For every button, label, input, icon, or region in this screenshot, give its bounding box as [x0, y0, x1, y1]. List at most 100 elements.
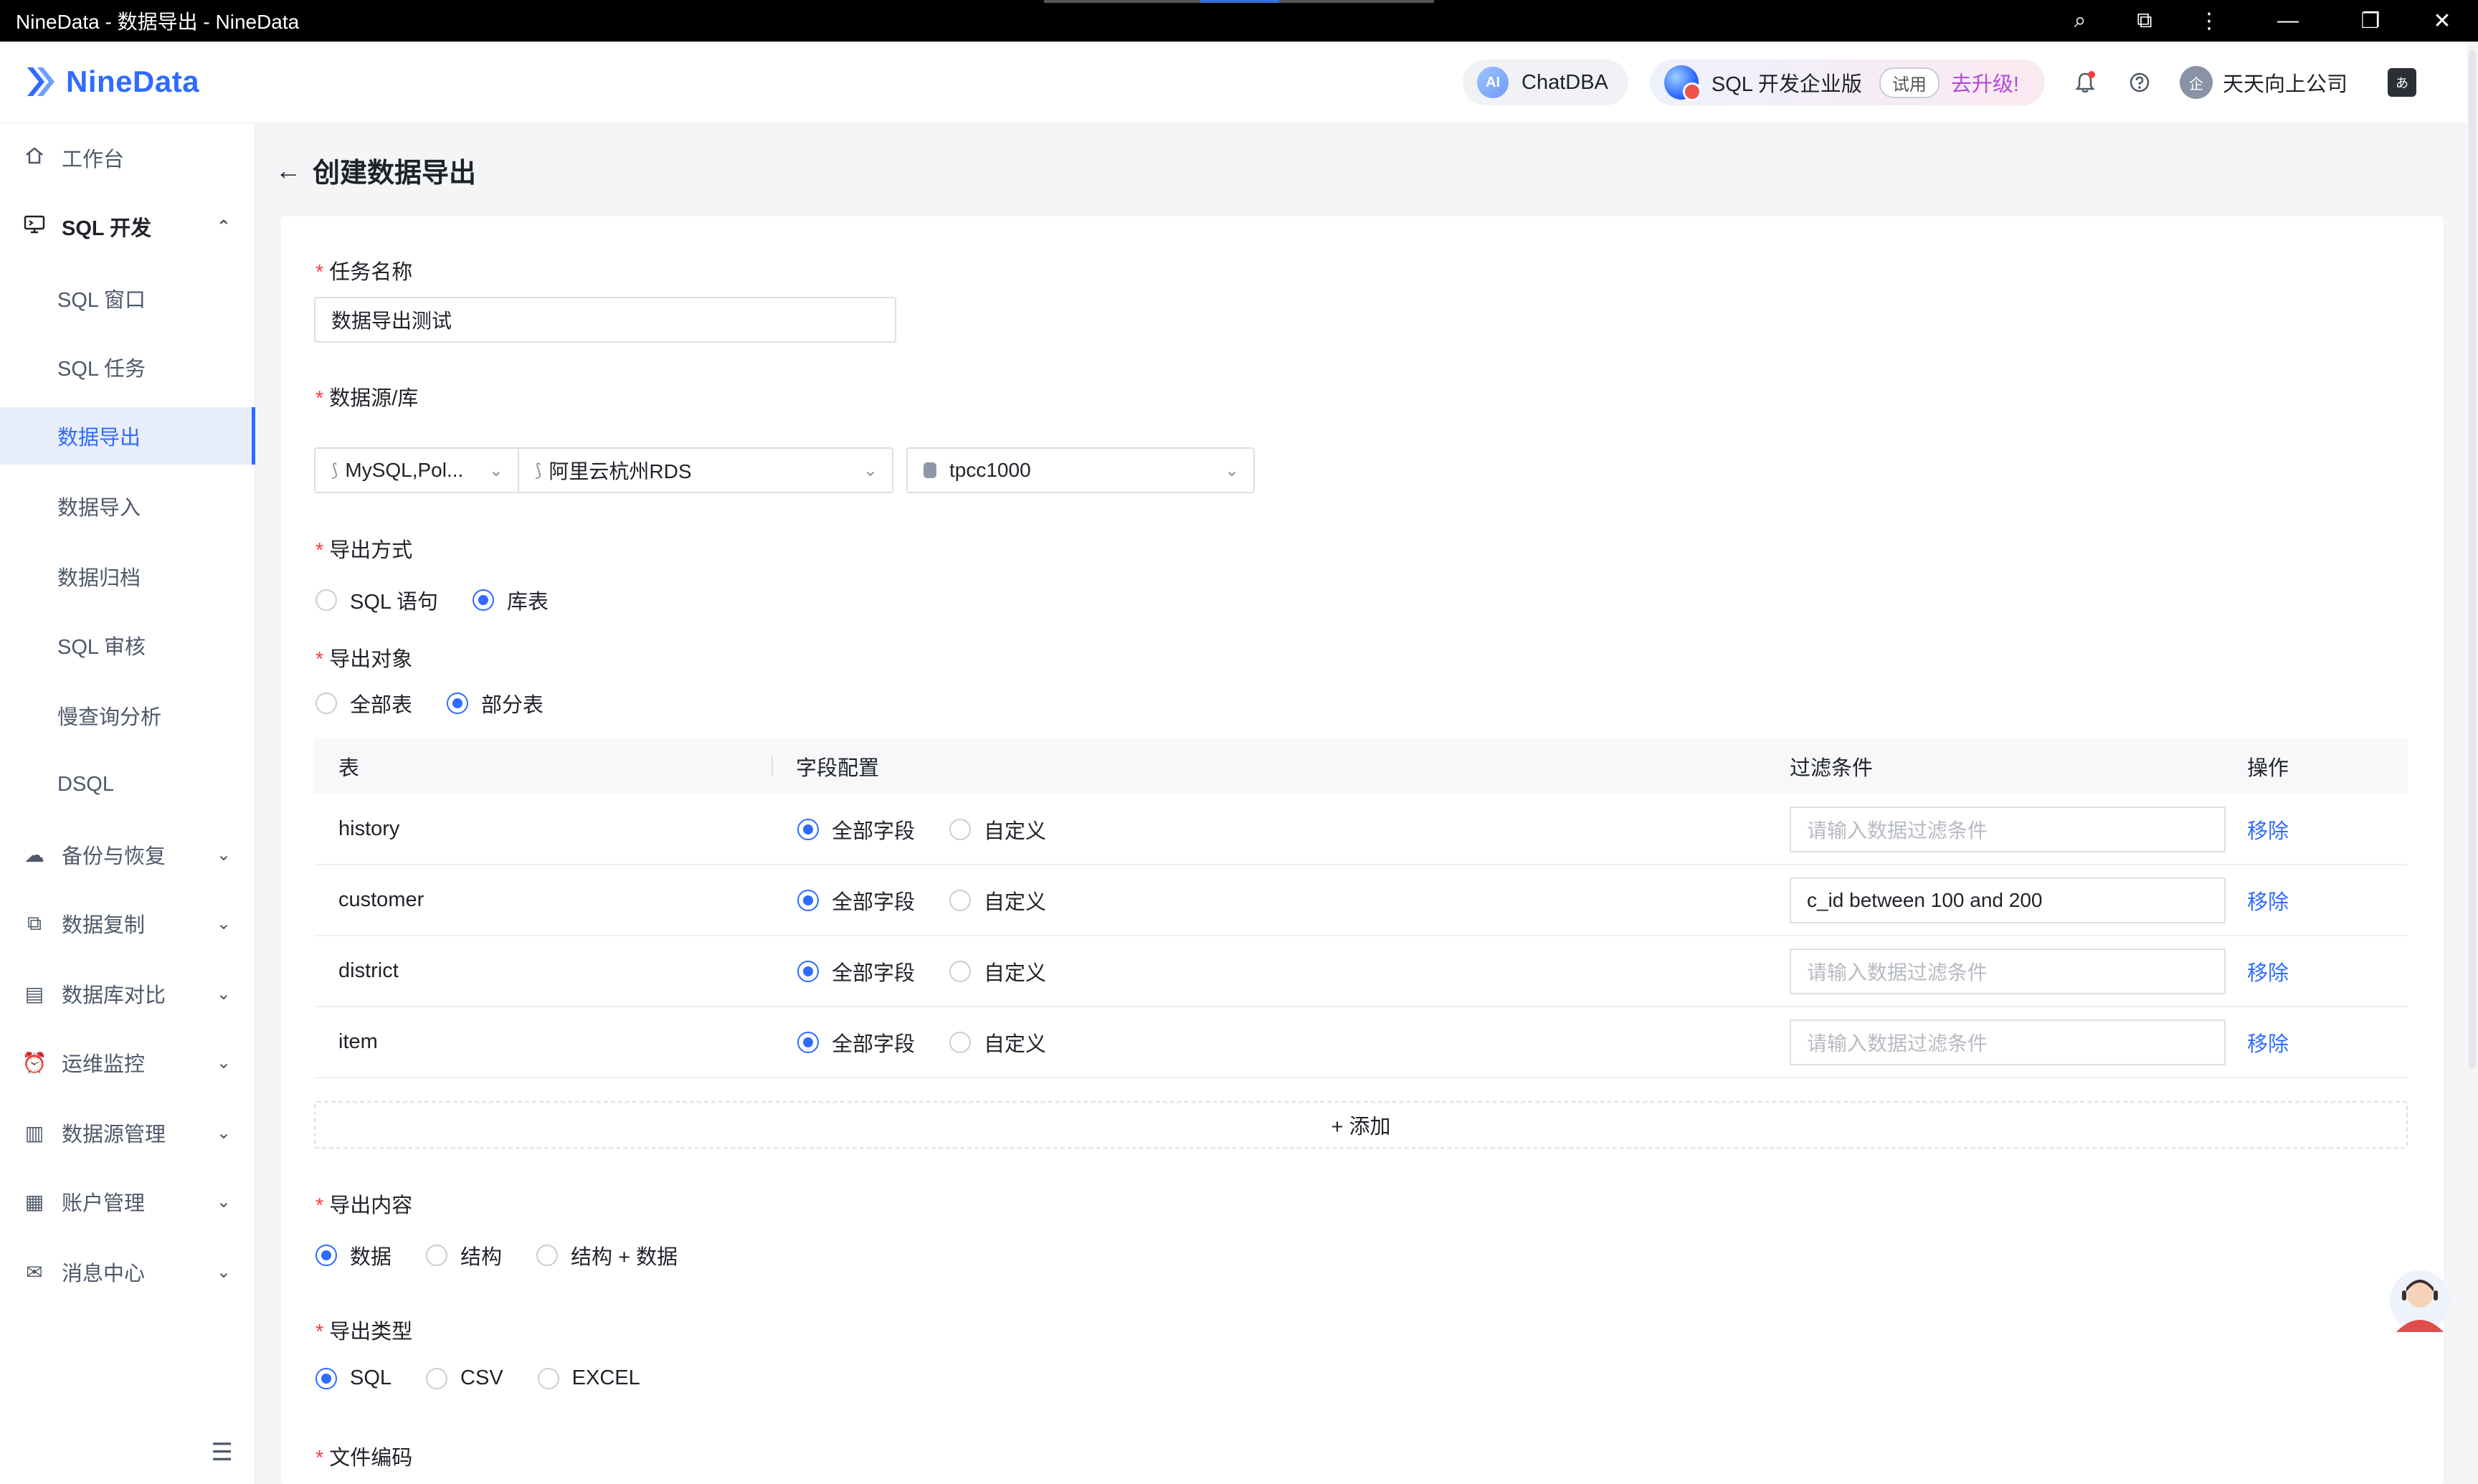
chatdba-button[interactable]: AI ChatDBA	[1463, 60, 1628, 105]
remove-link[interactable]: 移除	[2247, 885, 2289, 915]
sidebar-item-slow-query[interactable]: 慢查询分析	[0, 687, 255, 744]
filter-input[interactable]: 请输入数据过滤条件	[1790, 948, 2226, 994]
sidebar-item-dsql[interactable]: DSQL	[0, 756, 255, 813]
sidebar-item-sql-task[interactable]: SQL 任务	[0, 338, 255, 396]
radio-all-fields[interactable]: 全部字段	[797, 1027, 915, 1057]
table-header: 表 字段配置 过滤条件 操作	[314, 738, 2408, 794]
sidebar-item-data-export[interactable]: 数据导出	[0, 407, 255, 465]
minimize-button[interactable]: —	[2241, 0, 2335, 42]
datasource-instance-select[interactable]: ⟆ 阿里云杭州RDS ⌄	[518, 447, 893, 493]
task-name-input[interactable]: 数据导出测试	[314, 297, 896, 343]
filter-input[interactable]: c_id between 100 and 200	[1790, 877, 2226, 923]
database-select[interactable]: tpcc1000 ⌄	[906, 447, 1255, 493]
table-name: item	[338, 1030, 378, 1053]
radio-table[interactable]: 库表	[473, 585, 549, 615]
filter-input[interactable]: 请输入数据过滤条件	[1790, 806, 2226, 852]
sidebar-item-sql-review[interactable]: SQL 审核	[0, 617, 255, 674]
collapse-sidebar-icon[interactable]: ☰	[212, 1438, 233, 1467]
support-avatar-icon[interactable]	[2389, 1266, 2451, 1335]
edition-banner[interactable]: SQL 开发企业版 试用 去升级!	[1649, 60, 2045, 105]
export-method-radio-group: SQL 语句 库表	[315, 585, 583, 615]
window-title: NineData - 数据导出 - NineData	[16, 11, 300, 33]
remove-link[interactable]: 移除	[2247, 1027, 2289, 1057]
user-menu[interactable]: 企 天天向上公司	[2179, 66, 2348, 99]
radio-custom-fields[interactable]: 自定义	[949, 1027, 1046, 1057]
sidebar-group-backup[interactable]: ☁ 备份与恢复 ⌄	[0, 826, 255, 883]
radio-type-sql[interactable]: SQL	[315, 1366, 391, 1390]
sidebar-item-sql-window[interactable]: SQL 窗口	[0, 270, 255, 327]
header-table: 表	[338, 757, 360, 780]
radio-content-structure-data[interactable]: 结构 + 数据	[536, 1240, 678, 1270]
radio-custom-fields[interactable]: 自定义	[949, 885, 1046, 915]
radio-custom-fields[interactable]: 自定义	[949, 814, 1046, 845]
datasource-type-select[interactable]: ⟆ MySQL,Pol... ⌄	[314, 447, 519, 493]
task-name-label: * 任务名称	[315, 261, 413, 284]
home-icon	[22, 146, 47, 171]
translate-icon[interactable]: あ	[2388, 68, 2416, 97]
compare-icon: ▤	[24, 982, 44, 1005]
sidebar-item-data-archive[interactable]: 数据归档	[0, 548, 255, 605]
table-row: customer 全部字段 自定义 c_id between 100 and 2…	[314, 865, 2408, 936]
sidebar-group-monitoring[interactable]: ⏰ 运维监控 ⌄	[0, 1034, 255, 1091]
radio-sql-statement[interactable]: SQL 语句	[315, 585, 438, 615]
chevron-down-icon: ⌄	[216, 913, 231, 933]
datasource-label: * 数据源/库	[315, 387, 419, 410]
close-button[interactable]: ✕	[2406, 0, 2478, 42]
add-table-button[interactable]: + 添加	[314, 1101, 2408, 1148]
back-arrow-icon[interactable]: ←	[275, 156, 301, 186]
sidebar-group-replication[interactable]: ⧉ 数据复制 ⌄	[0, 895, 255, 952]
tab-indicator	[1044, 0, 1434, 3]
scrollbar-thumb[interactable]	[2469, 50, 2476, 1068]
radio-content-data[interactable]: 数据	[315, 1240, 391, 1270]
radio-custom-fields[interactable]: 自定义	[949, 956, 1046, 986]
radio-content-structure[interactable]: 结构	[426, 1240, 502, 1270]
help-icon[interactable]	[2125, 68, 2154, 97]
radio-all-fields[interactable]: 全部字段	[797, 885, 915, 915]
search-icon[interactable]: ⌕	[2048, 0, 2112, 42]
chevron-down-icon: ⌄	[216, 1052, 231, 1072]
menu-icon[interactable]: ⋮	[2177, 0, 2241, 42]
sidebar-group-datasource[interactable]: ▥ 数据源管理 ⌄	[0, 1104, 255, 1161]
sidebar-item-workbench[interactable]: 工作台	[0, 129, 255, 186]
chevron-down-icon: ⌄	[216, 1123, 231, 1143]
radio-all-tables[interactable]: 全部表	[315, 688, 412, 718]
remove-link[interactable]: 移除	[2247, 956, 2289, 986]
sidebar-group-messages[interactable]: ✉ 消息中心 ⌄	[0, 1243, 255, 1300]
export-content-radio-group: 数据 结构 结构 + 数据	[315, 1240, 712, 1270]
alarm-icon: ⏰	[22, 1051, 47, 1074]
radio-type-csv[interactable]: CSV	[426, 1366, 503, 1390]
sidebar-item-label: 工作台	[62, 148, 125, 171]
chevron-down-icon: ⌄	[863, 460, 878, 480]
export-object-label: * 导出对象	[315, 648, 413, 671]
window-titlebar: NineData - 数据导出 - NineData ⌕ ⧉ ⋮ — ❐ ✕	[0, 0, 2478, 42]
cloud-backup-icon: ☁	[24, 843, 44, 866]
upgrade-link[interactable]: 去升级!	[1951, 67, 2019, 97]
filter-input[interactable]: 请输入数据过滤条件	[1790, 1019, 2226, 1065]
sidebar-group-label: 消息中心	[62, 1262, 146, 1285]
radio-partial-tables[interactable]: 部分表	[447, 688, 543, 718]
extensions-icon[interactable]: ⧉	[2112, 0, 2177, 42]
table-name: customer	[338, 888, 424, 911]
ai-icon: AI	[1477, 67, 1509, 98]
radio-type-excel[interactable]: EXCEL	[537, 1366, 640, 1390]
notification-bell-icon[interactable]	[2071, 68, 2099, 97]
chevron-down-icon: ⌄	[488, 460, 503, 480]
sidebar-group-db-compare[interactable]: ▤ 数据库对比 ⌄	[0, 965, 255, 1022]
sidebar-group-label: 数据复制	[62, 914, 146, 937]
logo-text: NineData	[66, 65, 200, 98]
sidebar: 工作台 SQL 开发 ⌃ SQL 窗口 SQL 任务 数据导出 数据导入 数据归…	[0, 123, 255, 1484]
app-header: NineData AI ChatDBA SQL 开发企业版 试用 去升级! 企 …	[0, 42, 2467, 123]
sidebar-group-account[interactable]: ▦ 账户管理 ⌄	[0, 1173, 255, 1230]
sidebar-group-label: 账户管理	[62, 1192, 146, 1215]
export-type-label: * 导出类型	[315, 1321, 413, 1343]
remove-link[interactable]: 移除	[2247, 814, 2289, 845]
sidebar-group-sql-dev[interactable]: SQL 开发 ⌃	[0, 198, 255, 255]
logo[interactable]: NineData	[22, 63, 199, 100]
radio-all-fields[interactable]: 全部字段	[797, 956, 915, 986]
header-action: 操作	[2247, 757, 2289, 780]
mysql-icon: ⟆	[331, 460, 338, 480]
globe-icon	[1663, 65, 1701, 101]
restore-button[interactable]: ❐	[2335, 0, 2406, 42]
radio-all-fields[interactable]: 全部字段	[797, 814, 915, 845]
sidebar-item-data-import[interactable]: 数据导入	[0, 477, 255, 535]
